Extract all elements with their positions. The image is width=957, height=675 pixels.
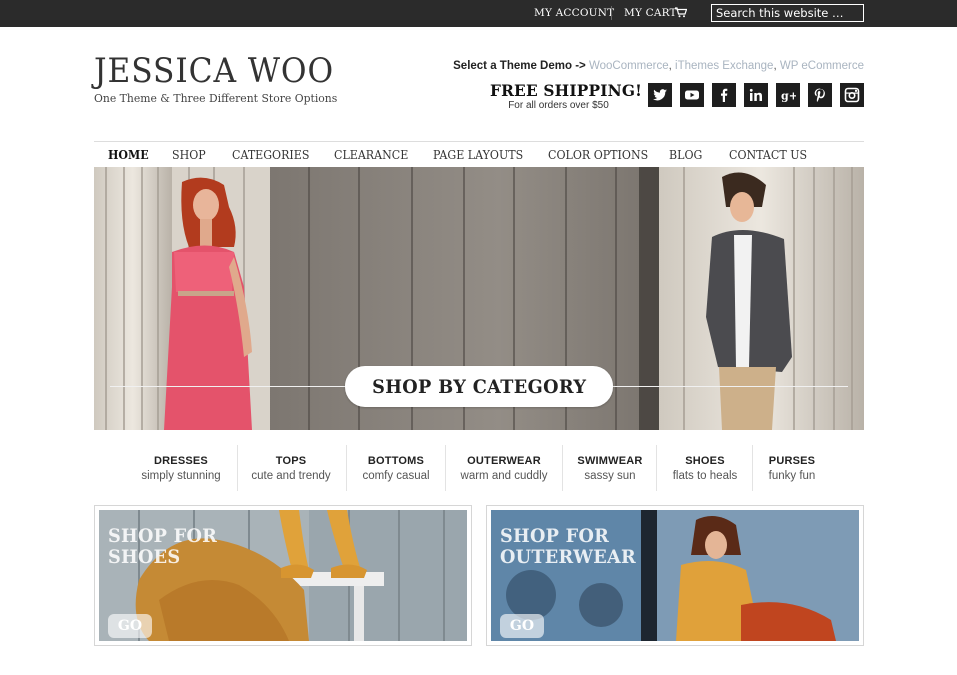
theme-demo-link-ithemes[interactable]: iThemes Exchange <box>675 60 773 72</box>
promo-title-line1: SHOP FOR <box>108 525 218 547</box>
facebook-icon[interactable] <box>712 83 736 107</box>
my-account-link[interactable]: MY ACCOUNT <box>534 7 614 19</box>
svg-text:g+: g+ <box>781 90 796 103</box>
promo-title-line2: SHOES <box>108 546 181 568</box>
category-shoes[interactable]: SHOES flats to heals <box>668 455 742 482</box>
nav-item-shop[interactable]: SHOP <box>172 148 206 162</box>
promo-title: SHOP FOR SHOES <box>108 526 217 568</box>
hero-banner: SHOP BY CATEGORY <box>94 167 864 430</box>
shop-by-category-button[interactable]: SHOP BY CATEGORY <box>345 366 613 407</box>
promo-shop-outerwear[interactable]: SHOP FOR OUTERWEAR GO <box>486 505 864 646</box>
nav-item-home[interactable]: HOME <box>108 148 149 162</box>
theme-demo-link-woocommerce[interactable]: WooCommerce <box>589 60 669 72</box>
category-title: OUTERWEAR <box>467 455 541 467</box>
twitter-icon[interactable] <box>648 83 672 107</box>
shopping-cart-icon[interactable] <box>675 7 687 18</box>
category-swimwear[interactable]: SWIMWEAR sassy sun <box>572 455 648 482</box>
category-divider <box>346 445 347 491</box>
category-dresses[interactable]: DRESSES simply stunning <box>136 455 226 482</box>
category-subtitle: sassy sun <box>584 470 636 482</box>
category-divider <box>562 445 563 491</box>
category-divider <box>656 445 657 491</box>
category-title: TOPS <box>275 455 307 467</box>
category-title: BOTTOMS <box>367 455 425 467</box>
go-button[interactable]: GO <box>108 614 152 638</box>
promo-image: SHOP FOR OUTERWEAR GO <box>491 510 859 641</box>
category-title: DRESSES <box>154 455 208 467</box>
promo-shop-shoes[interactable]: SHOP FOR SHOES GO <box>94 505 472 646</box>
free-shipping-title: FREE SHIPPING! <box>490 81 643 100</box>
nav-item-contact-us[interactable]: CONTACT US <box>729 148 807 162</box>
site-tagline: One Theme & Three Different Store Option… <box>94 91 338 105</box>
linkedin-icon[interactable] <box>744 83 768 107</box>
category-divider <box>445 445 446 491</box>
promo-title: SHOP FOR OUTERWEAR <box>500 526 636 568</box>
nav-item-page-layouts[interactable]: PAGE LAYOUTS <box>433 148 523 162</box>
category-outerwear[interactable]: OUTERWEAR warm and cuddly <box>456 455 552 482</box>
category-subtitle: flats to heals <box>672 470 738 482</box>
category-title: PURSES <box>768 455 816 467</box>
nav-item-clearance[interactable]: CLEARANCE <box>334 148 408 162</box>
theme-demo-link-wp-ecommerce[interactable]: WP eCommerce <box>780 60 864 72</box>
category-title: SHOES <box>685 455 725 467</box>
pinterest-icon[interactable] <box>808 83 832 107</box>
top-bar-divider <box>611 6 612 20</box>
google-plus-icon[interactable]: g+ <box>776 83 800 107</box>
youtube-icon[interactable] <box>680 83 704 107</box>
category-title: SWIMWEAR <box>577 455 643 467</box>
nav-item-color-options[interactable]: COLOR OPTIONS <box>548 148 648 162</box>
site-logo[interactable]: JESSICA WOO <box>94 51 334 91</box>
promo-image: SHOP FOR SHOES GO <box>99 510 467 641</box>
category-subtitle: warm and cuddly <box>460 470 548 482</box>
category-divider <box>237 445 238 491</box>
my-cart-link[interactable]: MY CART <box>624 7 677 19</box>
nav-item-blog[interactable]: BLOG <box>669 148 702 162</box>
instagram-icon[interactable] <box>840 83 864 107</box>
category-subtitle: simply stunning <box>141 470 221 482</box>
promo-title-line1: SHOP FOR <box>500 525 610 547</box>
free-shipping-subtitle: For all orders over $50 <box>508 100 609 111</box>
top-bar: MY ACCOUNT MY CART <box>0 0 957 27</box>
category-tops[interactable]: TOPS cute and trendy <box>248 455 334 482</box>
category-subtitle: cute and trendy <box>251 470 331 482</box>
category-subtitle: comfy casual <box>362 470 430 482</box>
search-input[interactable] <box>711 4 864 22</box>
category-divider <box>752 445 753 491</box>
shop-by-category-label: SHOP BY CATEGORY <box>371 375 587 398</box>
promo-title-line2: OUTERWEAR <box>500 546 636 568</box>
go-button[interactable]: GO <box>500 614 544 638</box>
theme-demo-selector: Select a Theme Demo -> WooCommerce, iThe… <box>453 60 864 72</box>
nav-top-border <box>94 141 864 142</box>
theme-demo-label: Select a Theme Demo -> <box>453 60 586 72</box>
category-subtitle: funky fun <box>768 470 816 482</box>
nav-item-categories[interactable]: CATEGORIES <box>232 148 309 162</box>
category-purses[interactable]: PURSES funky fun <box>762 455 822 482</box>
category-bottoms[interactable]: BOTTOMS comfy casual <box>356 455 436 482</box>
